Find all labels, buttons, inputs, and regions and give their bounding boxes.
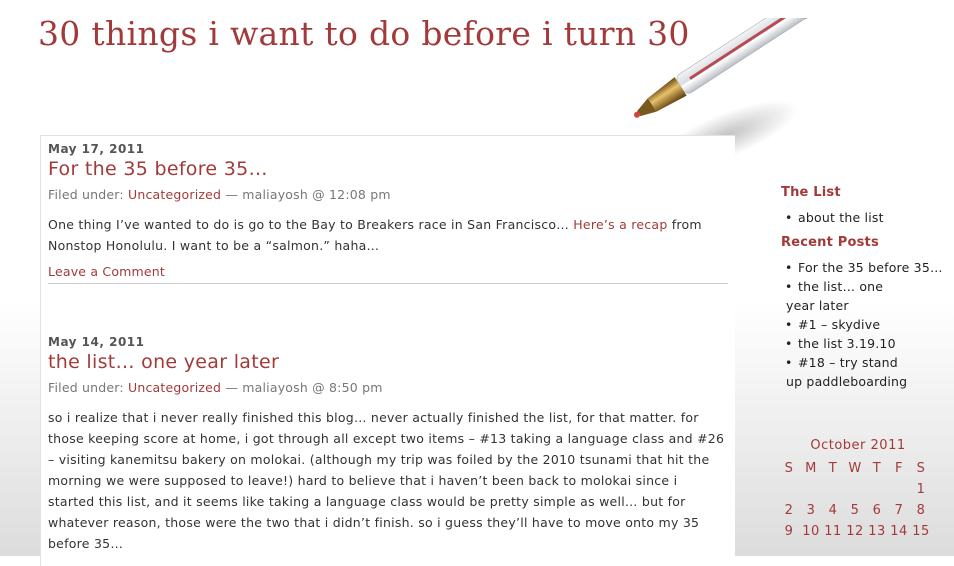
calendar: October 2011 S M T W T F S 1 2 3 4 5 6 7… (778, 438, 938, 542)
calendar-day: 15 (912, 524, 930, 539)
recent-post-link[interactable]: For the 35 before 35… (798, 260, 943, 275)
calendar-day: 5 (850, 503, 860, 518)
calendar-caption: October 2011 (810, 438, 906, 453)
post-byline: — maliayosh @ 12:08 pm (225, 187, 391, 202)
recent-post-item[interactable]: • #18 – try stand up paddleboarding (781, 353, 951, 391)
category-link[interactable]: Uncategorized (128, 380, 221, 395)
about-the-list-link[interactable]: about the list (798, 210, 884, 225)
calendar-day: 13 (868, 524, 886, 539)
weekday-label: S (916, 461, 926, 476)
post-date: May 14, 2011 (48, 335, 145, 349)
post-body: One thing I’ve wanted to do is go to the… (48, 214, 728, 256)
post: May 17, 2011 For the 35 before 35… Filed… (48, 142, 728, 284)
the-list-links: • about the list (781, 208, 951, 227)
recent-post-item[interactable]: • For the 35 before 35… (781, 258, 951, 277)
calendar-day: 2 (784, 503, 794, 518)
calendar-day: 14 (890, 524, 908, 539)
calendar-day: 10 (802, 524, 820, 539)
recent-post-link[interactable]: #18 – try stand (798, 355, 898, 370)
post-meta: Filed under: Uncategorized — maliayosh @… (48, 380, 728, 395)
recap-link[interactable]: Here’s a recap (573, 217, 667, 232)
recent-post-link[interactable]: #1 – skydive (798, 317, 880, 332)
bullet-icon: • (785, 279, 793, 294)
bullet-icon: • (785, 336, 793, 351)
bullet-icon: • (785, 317, 793, 332)
category-link[interactable]: Uncategorized (128, 187, 221, 202)
filed-under-label: Filed under: (48, 187, 124, 202)
recent-post-item[interactable]: • the list… one year later (781, 277, 951, 315)
weekday-label: S (784, 461, 794, 476)
calendar-day: 8 (916, 503, 926, 518)
recent-post-link[interactable]: the list… one (798, 279, 883, 294)
recent-posts-heading: Recent Posts (781, 235, 879, 250)
weekday-label: T (828, 461, 838, 476)
calendar-day: 4 (828, 503, 838, 518)
weekday-label: M (805, 461, 817, 476)
post: May 14, 2011 the list… one year later Fi… (48, 335, 728, 554)
calendar-day: 3 (806, 503, 816, 518)
calendar-day: 7 (894, 503, 904, 518)
leave-comment-link[interactable]: Leave a Comment (48, 264, 728, 279)
calendar-day: 1 (916, 482, 926, 497)
recent-post-link-continued[interactable]: year later (786, 296, 951, 315)
weekday-label: T (872, 461, 882, 476)
calendar-weekday-row: S M T W T F S (778, 458, 938, 479)
calendar-week-row: 9 10 11 12 13 14 15 (778, 521, 938, 542)
post-body: so i realize that i never really finishe… (48, 410, 725, 551)
bullet-icon: • (785, 355, 793, 370)
sidebar: The List • about the list Recent Posts • F… (781, 185, 951, 399)
bullet-icon: • (785, 210, 793, 225)
site-title[interactable]: 30 things i want to do before i turn 30 (38, 14, 690, 53)
recent-posts-list: • For the 35 before 35… • the list… one yea… (781, 258, 951, 391)
calendar-week-row: 2 3 4 5 6 7 8 (778, 500, 938, 521)
main-content: May 17, 2011 For the 35 before 35… Filed… (40, 135, 735, 566)
recent-post-link[interactable]: the list 3.19.10 (798, 336, 896, 351)
filed-under-label: Filed under: (48, 380, 124, 395)
weekday-label: W (848, 461, 862, 476)
weekday-label: F (895, 461, 903, 476)
recent-post-item[interactable]: • #1 – skydive (781, 315, 951, 334)
calendar-day: 6 (872, 503, 882, 518)
post-meta: Filed under: Uncategorized — maliayosh @… (48, 187, 728, 202)
calendar-day: 12 (846, 524, 864, 539)
the-list-heading: The List (781, 185, 841, 200)
post-title-link[interactable]: For the 35 before 35… (48, 158, 728, 180)
post-body-text: One thing I’ve wanted to do is go to the… (48, 217, 574, 232)
recent-post-link-continued[interactable]: up paddleboarding (786, 372, 951, 391)
post-title-link[interactable]: the list… one year later (48, 351, 728, 373)
recent-post-item[interactable]: • the list 3.19.10 (781, 334, 951, 353)
post-divider (48, 283, 728, 284)
bullet-icon: • (785, 260, 793, 275)
sidebar-item-about[interactable]: • about the list (781, 208, 951, 227)
post-date: May 17, 2011 (48, 142, 145, 156)
calendar-day: 11 (824, 524, 842, 539)
calendar-week-row: 1 (778, 479, 938, 500)
post-byline: — maliayosh @ 8:50 pm (225, 380, 383, 395)
calendar-day: 9 (784, 524, 794, 539)
